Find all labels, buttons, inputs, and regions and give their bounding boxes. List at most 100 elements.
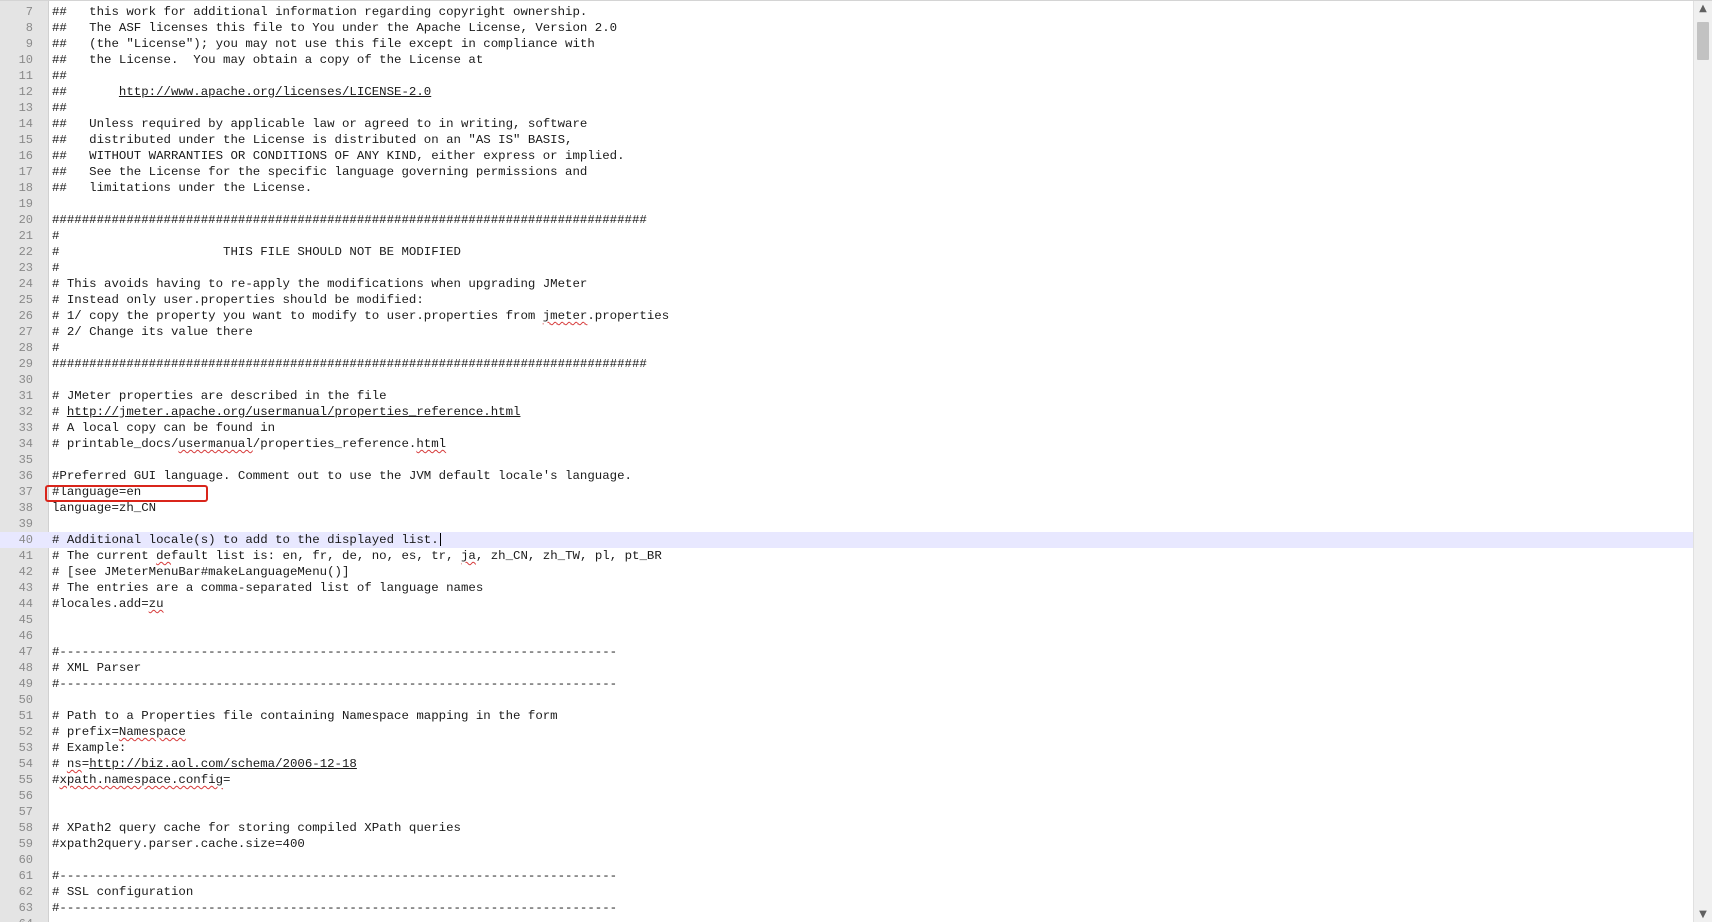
line-text[interactable]: # Example:	[52, 740, 126, 756]
editor-line[interactable]: 53 # Example:	[0, 740, 1693, 756]
editor-line[interactable]: 8 ## The ASF licenses this file to You un…	[0, 20, 1693, 36]
editor-line[interactable]: 34 # printable_docs/usermanual/properties…	[0, 436, 1693, 452]
line-text[interactable]: #---------------------------------------…	[52, 676, 617, 692]
line-text[interactable]: # Path to a Properties file containing N…	[52, 708, 558, 724]
editor-line[interactable]: 60	[0, 852, 1693, 868]
line-text[interactable]: # 2/ Change its value there	[52, 324, 253, 340]
line-text[interactable]: #xpath2query.parser.cache.size=400	[52, 836, 305, 852]
editor-line[interactable]: 11 ##	[0, 68, 1693, 84]
editor-line[interactable]: 42 # [see JMeterMenuBar#makeLanguageMenu(…	[0, 564, 1693, 580]
line-text[interactable]: #	[52, 260, 59, 276]
line-text[interactable]: #---------------------------------------…	[52, 868, 617, 884]
editor-line[interactable]: 27 # 2/ Change its value there	[0, 324, 1693, 340]
vertical-scrollbar[interactable]: ▲ ▼	[1693, 1, 1712, 922]
editor-line[interactable]: 14 ## Unless required by applicable law o…	[0, 116, 1693, 132]
line-text[interactable]: # Instead only user.properties should be…	[52, 292, 424, 308]
line-text[interactable]: # ns=http://biz.aol.com/schema/2006-12-1…	[52, 756, 357, 772]
line-text[interactable]: ## http://www.apache.org/licenses/LICENS…	[52, 84, 431, 100]
editor-line[interactable]: 38 language=zh_CN	[0, 500, 1693, 516]
line-text[interactable]: # THIS FILE SHOULD NOT BE MODIFIED	[52, 244, 461, 260]
editor-line[interactable]: 46	[0, 628, 1693, 644]
line-text[interactable]: #	[52, 340, 59, 356]
editor-line[interactable]: 9 ## (the "License"); you may not use thi…	[0, 36, 1693, 52]
line-text[interactable]: # printable_docs/usermanual/properties_r…	[52, 436, 446, 452]
editor-line[interactable]: 59 #xpath2query.parser.cache.size=400	[0, 836, 1693, 852]
scroll-down-arrow-icon[interactable]: ▼	[1694, 907, 1712, 922]
line-text[interactable]: ## (the "License"); you may not use this…	[52, 36, 595, 52]
editor-line[interactable]: 18 ## limitations under the License.	[0, 180, 1693, 196]
editor-line[interactable]: 30	[0, 372, 1693, 388]
line-text[interactable]: # The current default list is: en, fr, d…	[52, 548, 662, 564]
editor-line[interactable]: 64	[0, 916, 1693, 922]
line-text[interactable]: # http://jmeter.apache.org/usermanual/pr…	[52, 404, 520, 420]
line-text[interactable]: # SSL configuration	[52, 884, 193, 900]
editor-line[interactable]: 31 # JMeter properties are described in t…	[0, 388, 1693, 404]
editor-line[interactable]: 52 # prefix=Namespace	[0, 724, 1693, 740]
line-text[interactable]: ## The ASF licenses this file to You und…	[52, 20, 617, 36]
line-text[interactable]: ########################################…	[52, 212, 647, 228]
editor-line[interactable]: 50	[0, 692, 1693, 708]
editor-line[interactable]: 45	[0, 612, 1693, 628]
line-text[interactable]: #xpath.namespace.config=	[52, 772, 230, 788]
line-text[interactable]: ## Unless required by applicable law or …	[52, 116, 587, 132]
line-text[interactable]: #Preferred GUI language. Comment out to …	[52, 468, 632, 484]
editor-line[interactable]: 58 # XPath2 query cache for storing compi…	[0, 820, 1693, 836]
editor-line[interactable]: 62 # SSL configuration	[0, 884, 1693, 900]
editor-line[interactable]: 35	[0, 452, 1693, 468]
editor-line[interactable]: 48 # XML Parser	[0, 660, 1693, 676]
editor-line[interactable]: 22 # THIS FILE SHOULD NOT BE MODIFIED	[0, 244, 1693, 260]
editor-line[interactable]: 41 # The current default list is: en, fr,…	[0, 548, 1693, 564]
line-text[interactable]: ## the License. You may obtain a copy of…	[52, 52, 483, 68]
hyperlink[interactable]: http://www.apache.org/licenses/LICENSE-2…	[119, 85, 431, 99]
line-text[interactable]: # XPath2 query cache for storing compile…	[52, 820, 461, 836]
editor-line[interactable]: 36 #Preferred GUI language. Comment out t…	[0, 468, 1693, 484]
line-text[interactable]: ## WITHOUT WARRANTIES OR CONDITIONS OF A…	[52, 148, 625, 164]
line-text[interactable]: # JMeter properties are described in the…	[52, 388, 387, 404]
line-text[interactable]: # XML Parser	[52, 660, 141, 676]
editor-line[interactable]: 16 ## WITHOUT WARRANTIES OR CONDITIONS OF…	[0, 148, 1693, 164]
editor-line[interactable]: 43 # The entries are a comma-separated li…	[0, 580, 1693, 596]
editor-line[interactable]: 39	[0, 516, 1693, 532]
line-text[interactable]: #---------------------------------------…	[52, 644, 617, 660]
editor-line[interactable]: 25 # Instead only user.properties should …	[0, 292, 1693, 308]
line-text[interactable]: # 1/ copy the property you want to modif…	[52, 308, 669, 324]
line-text[interactable]: # This avoids having to re-apply the mod…	[52, 276, 587, 292]
line-text[interactable]: # The entries are a comma-separated list…	[52, 580, 483, 596]
editor-line[interactable]: 28 #	[0, 340, 1693, 356]
editor-line[interactable]: 47 #-------------------------------------…	[0, 644, 1693, 660]
hyperlink[interactable]: http://biz.aol.com/schema/2006-12-18	[89, 757, 357, 771]
editor-line[interactable]: 13 ##	[0, 100, 1693, 116]
line-text[interactable]: # Additional locale(s) to add to the dis…	[52, 532, 441, 548]
editor-line[interactable]: 26 # 1/ copy the property you want to mod…	[0, 308, 1693, 324]
line-text[interactable]: # prefix=Namespace	[52, 724, 186, 740]
editor-line[interactable]: 17 ## See the License for the specific la…	[0, 164, 1693, 180]
line-text[interactable]: ## See the License for the specific lang…	[52, 164, 587, 180]
line-text[interactable]: # [see JMeterMenuBar#makeLanguageMenu()]	[52, 564, 349, 580]
line-text[interactable]: #---------------------------------------…	[52, 900, 617, 916]
line-text[interactable]: ## this work for additional information …	[52, 4, 587, 20]
line-text[interactable]: #	[52, 228, 59, 244]
editor-line[interactable]: 21 #	[0, 228, 1693, 244]
line-text[interactable]: ##	[52, 68, 67, 84]
line-text[interactable]: #locales.add=zu	[52, 596, 164, 612]
editor-line[interactable]: 51 # Path to a Properties file containing…	[0, 708, 1693, 724]
editor-line[interactable]: 19	[0, 196, 1693, 212]
editor-line[interactable]: 40 # Additional locale(s) to add to the d…	[0, 532, 1693, 548]
editor-line[interactable]: 15 ## distributed under the License is di…	[0, 132, 1693, 148]
line-text[interactable]: #language=en	[52, 484, 141, 500]
editor-line[interactable]: 29 ######################################…	[0, 356, 1693, 372]
editor-line[interactable]: 44 #locales.add=zu	[0, 596, 1693, 612]
text-editor[interactable]: 7 ## this work for additional information…	[0, 0, 1712, 922]
editor-line[interactable]: 20 ######################################…	[0, 212, 1693, 228]
line-text[interactable]: ##	[52, 100, 67, 116]
editor-line[interactable]: 56	[0, 788, 1693, 804]
editor-line[interactable]: 55 #xpath.namespace.config=	[0, 772, 1693, 788]
editor-line[interactable]: 7 ## this work for additional information…	[0, 4, 1693, 20]
editor-line[interactable]: 32 # http://jmeter.apache.org/usermanual/…	[0, 404, 1693, 420]
line-text[interactable]: # A local copy can be found in	[52, 420, 275, 436]
line-text[interactable]: language=zh_CN	[52, 500, 156, 516]
line-text[interactable]: ## distributed under the License is dist…	[52, 132, 573, 148]
editor-line[interactable]: 33 # A local copy can be found in	[0, 420, 1693, 436]
editor-line[interactable]: 54 # ns=http://biz.aol.com/schema/2006-12…	[0, 756, 1693, 772]
editor-line[interactable]: 49 #-------------------------------------…	[0, 676, 1693, 692]
